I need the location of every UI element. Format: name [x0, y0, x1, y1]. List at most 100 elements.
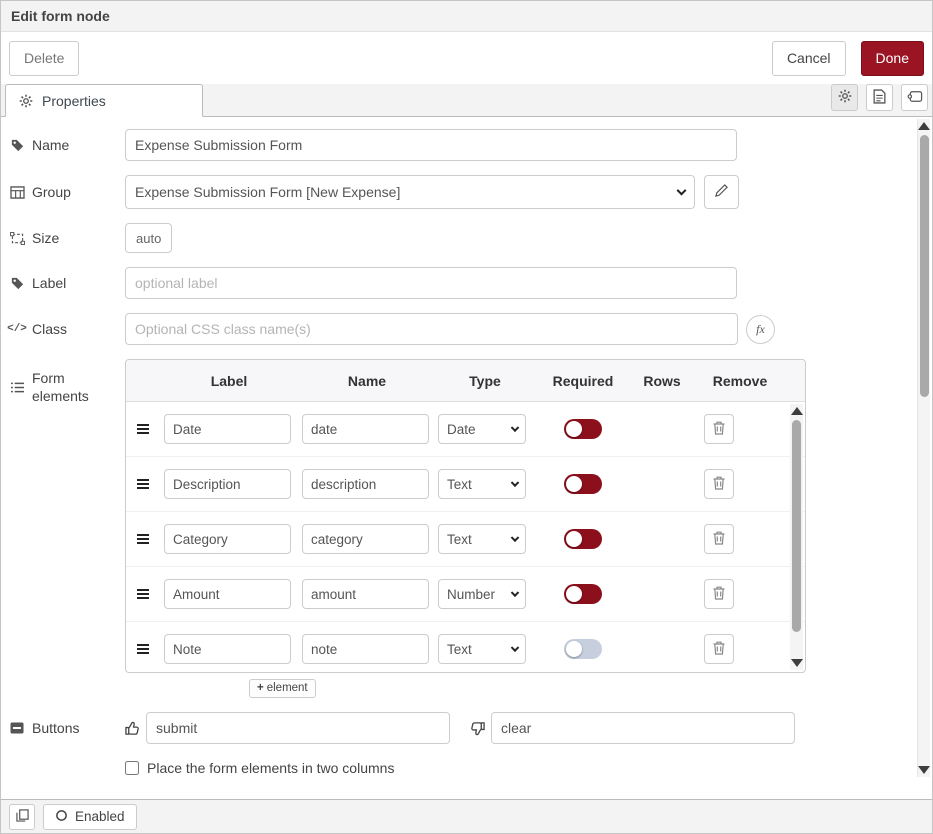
- cancel-button[interactable]: Cancel: [772, 41, 846, 76]
- required-toggle[interactable]: [564, 474, 602, 494]
- element-name-input[interactable]: [302, 414, 429, 444]
- drag-handle-icon[interactable]: [136, 478, 150, 490]
- dialog-header: Edit form node: [1, 1, 932, 32]
- group-select[interactable]: Expense Submission Form [New Expense]: [125, 175, 695, 209]
- form-element-row: Text: [126, 622, 805, 672]
- add-element-button[interactable]: +element: [249, 679, 316, 698]
- column-header-label: Label: [160, 373, 298, 389]
- required-toggle[interactable]: [564, 419, 602, 439]
- edit-group-button[interactable]: [704, 175, 739, 209]
- properties-panel: Name Group Expense Submission Form [New …: [1, 117, 932, 799]
- appearance-button[interactable]: [901, 84, 928, 111]
- delete-element-button[interactable]: [704, 579, 734, 609]
- element-label-input[interactable]: [164, 524, 291, 554]
- element-name-input[interactable]: [302, 524, 429, 554]
- button-icon: [9, 722, 25, 734]
- dialog-title: Edit form node: [11, 8, 110, 24]
- group-label: Group: [9, 183, 125, 201]
- toggle-knob: [566, 586, 582, 602]
- delete-element-button[interactable]: [704, 524, 734, 554]
- name-input[interactable]: [125, 129, 737, 161]
- drag-handle-icon[interactable]: [136, 643, 150, 655]
- group-field-row: Group Expense Submission Form [New Expen…: [9, 175, 908, 209]
- delete-element-button[interactable]: [704, 469, 734, 499]
- tab-bar: Properties: [1, 84, 932, 117]
- drag-handle-icon[interactable]: [136, 588, 150, 600]
- delete-element-button[interactable]: [704, 634, 734, 664]
- name-label: Name: [9, 136, 125, 154]
- dynamic-class-button[interactable]: fx: [746, 315, 775, 344]
- scroll-down-arrow[interactable]: [791, 659, 803, 667]
- two-columns-row: Place the form elements in two columns: [125, 760, 932, 776]
- required-toggle[interactable]: [564, 529, 602, 549]
- label-input[interactable]: [125, 267, 737, 299]
- column-header-required: Required: [534, 373, 632, 389]
- trash-icon: [713, 476, 725, 493]
- element-type-select[interactable]: Text: [438, 469, 526, 499]
- delete-element-button[interactable]: [704, 414, 734, 444]
- done-button[interactable]: Done: [861, 41, 924, 76]
- form-element-row: Text: [126, 457, 805, 512]
- element-type-select[interactable]: Number: [438, 579, 526, 609]
- label-field-row: Label: [9, 267, 908, 299]
- document-icon: [873, 89, 886, 107]
- clear-button-text-input[interactable]: [491, 712, 795, 744]
- element-type-select-wrap: Text: [438, 634, 526, 664]
- column-header-type: Type: [436, 373, 534, 389]
- dialog-footer: Enabled: [1, 799, 932, 833]
- element-name-input[interactable]: [302, 579, 429, 609]
- class-input[interactable]: [125, 313, 738, 345]
- panel-scrollbar[interactable]: [917, 119, 930, 777]
- size-field-row: Size auto: [9, 223, 908, 253]
- copy-icon: [16, 809, 29, 825]
- delete-button[interactable]: Delete: [9, 41, 79, 76]
- size-icon: [9, 232, 25, 245]
- element-type-select[interactable]: Text: [438, 634, 526, 664]
- drag-handle-icon[interactable]: [136, 533, 150, 545]
- element-name-input[interactable]: [302, 469, 429, 499]
- two-columns-checkbox[interactable]: [125, 761, 139, 775]
- submit-button-text-input[interactable]: [146, 712, 450, 744]
- panel-scrollbar-thumb[interactable]: [920, 135, 929, 397]
- element-type-select[interactable]: Text: [438, 524, 526, 554]
- size-button[interactable]: auto: [125, 223, 172, 253]
- tab-properties-label: Properties: [42, 93, 106, 109]
- element-label-input[interactable]: [164, 414, 291, 444]
- required-toggle[interactable]: [564, 584, 602, 604]
- form-elements-scrollbar[interactable]: [790, 404, 803, 670]
- description-button[interactable]: [866, 84, 893, 111]
- table-icon: [9, 186, 25, 199]
- element-label-input[interactable]: [164, 469, 291, 499]
- trash-icon: [713, 586, 725, 603]
- form-element-row: Text: [126, 512, 805, 567]
- element-label-input[interactable]: [164, 634, 291, 664]
- form-elements-header: Label Name Type Required Rows Remove: [126, 360, 805, 402]
- enabled-toggle-button[interactable]: Enabled: [43, 804, 137, 830]
- toggle-knob: [566, 421, 582, 437]
- column-header-rows: Rows: [632, 373, 692, 389]
- trash-icon: [713, 421, 725, 438]
- column-header-remove: Remove: [692, 373, 788, 389]
- trash-icon: [713, 641, 725, 658]
- element-label-input[interactable]: [164, 579, 291, 609]
- tab-properties[interactable]: Properties: [5, 84, 203, 117]
- column-header-name: Name: [298, 373, 436, 389]
- pencil-icon: [715, 184, 728, 200]
- drag-handle-icon[interactable]: [136, 423, 150, 435]
- fx-icon: fx: [756, 322, 765, 337]
- required-toggle[interactable]: [564, 639, 602, 659]
- element-type-select-wrap: Text: [438, 469, 526, 499]
- element-type-select[interactable]: Date: [438, 414, 526, 444]
- copy-node-button[interactable]: [9, 804, 35, 830]
- panel-scroll-down-arrow[interactable]: [918, 766, 930, 774]
- element-type-select-wrap: Date: [438, 414, 526, 444]
- scrollbar-thumb[interactable]: [792, 420, 801, 632]
- panel-scroll-up-arrow[interactable]: [918, 122, 930, 130]
- buttons-label: Buttons: [9, 719, 125, 737]
- scroll-up-arrow[interactable]: [791, 407, 803, 415]
- circle-icon: [55, 809, 68, 825]
- toggle-knob: [566, 476, 582, 492]
- node-settings-button[interactable]: [831, 84, 858, 111]
- plus-icon: +: [257, 682, 264, 694]
- element-name-input[interactable]: [302, 634, 429, 664]
